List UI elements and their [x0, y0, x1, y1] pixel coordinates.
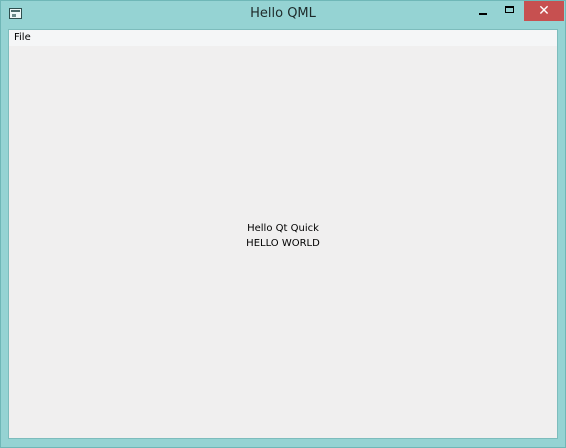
close-button[interactable]: ✕ — [524, 1, 564, 21]
menu-bar: File — [9, 30, 557, 46]
minimize-button[interactable] — [470, 1, 496, 21]
content-area: Hello Qt Quick HELLO WORLD — [9, 46, 557, 438]
title-bar[interactable]: Hello QML ✕ — [1, 1, 565, 29]
client-area: File Hello Qt Quick HELLO WORLD — [8, 29, 558, 439]
close-icon: ✕ — [538, 3, 550, 19]
hello-qt-quick-text: Hello Qt Quick — [247, 223, 319, 234]
application-window: Hello QML ✕ File Hello Qt Quick HELLO WO… — [0, 0, 566, 448]
hello-world-text: HELLO WORLD — [246, 238, 320, 249]
maximize-button[interactable] — [497, 1, 523, 21]
menu-item-file[interactable]: File — [14, 31, 31, 45]
